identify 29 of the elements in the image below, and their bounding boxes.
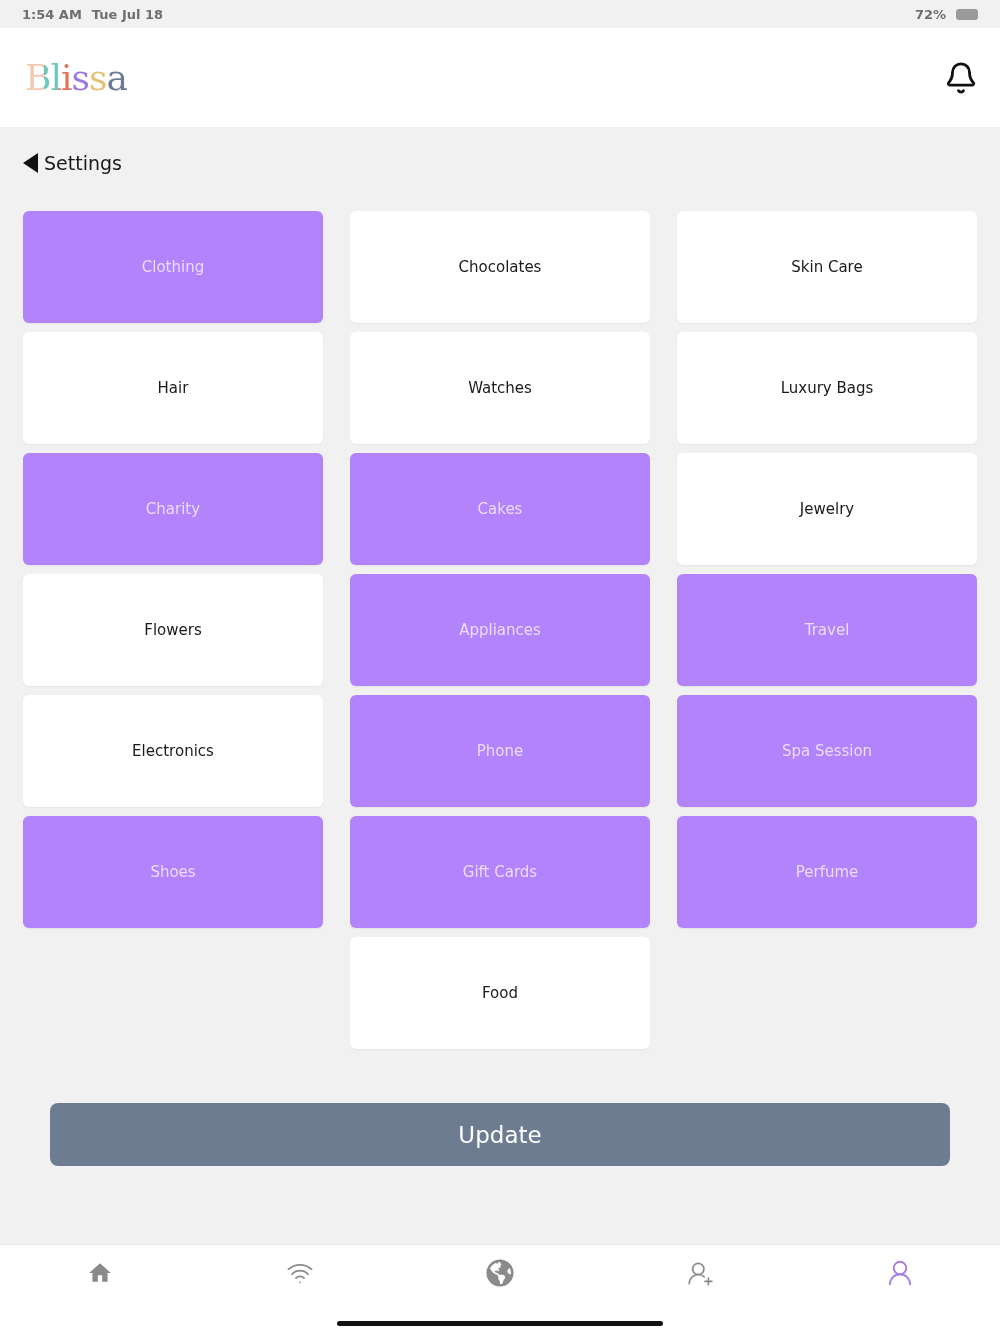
category-tile[interactable]: Chocolates [350,211,650,323]
back-link[interactable]: Settings [23,149,122,177]
category-tile[interactable]: Shoes [23,816,323,928]
category-tile[interactable]: Spa Session [677,695,977,807]
category-tile[interactable]: Clothing [23,211,323,323]
update-button[interactable]: Update [50,1103,950,1166]
category-tile[interactable]: Skin Care [677,211,977,323]
bell-icon [944,60,978,95]
category-tile[interactable]: Food [350,937,650,1049]
category-tile[interactable]: Electronics [23,695,323,807]
notifications-button[interactable] [944,60,978,95]
category-tile[interactable]: Appliances [350,574,650,686]
category-tile[interactable]: Hair [23,332,323,444]
category-tile[interactable]: Flowers [23,574,323,686]
category-tile[interactable]: Phone [350,695,650,807]
category-tile[interactable]: Gift Cards [350,816,650,928]
status-date: Tue Jul 18 [91,6,164,22]
battery-percent: 72% [914,6,946,22]
category-tile[interactable]: Charity [23,453,323,565]
category-tile[interactable]: Watches [350,332,650,444]
back-triangle-icon [23,153,38,173]
category-tile[interactable]: Jewelry [677,453,977,565]
category-tile[interactable]: Perfume [677,816,977,928]
status-time: 1:54 AM [22,6,82,22]
battery-icon [956,8,978,20]
globe-icon [486,1259,514,1287]
category-tile[interactable]: Luxury Bags [677,332,977,444]
category-tile[interactable]: Travel [677,574,977,686]
category-tile[interactable]: Cakes [350,453,650,565]
